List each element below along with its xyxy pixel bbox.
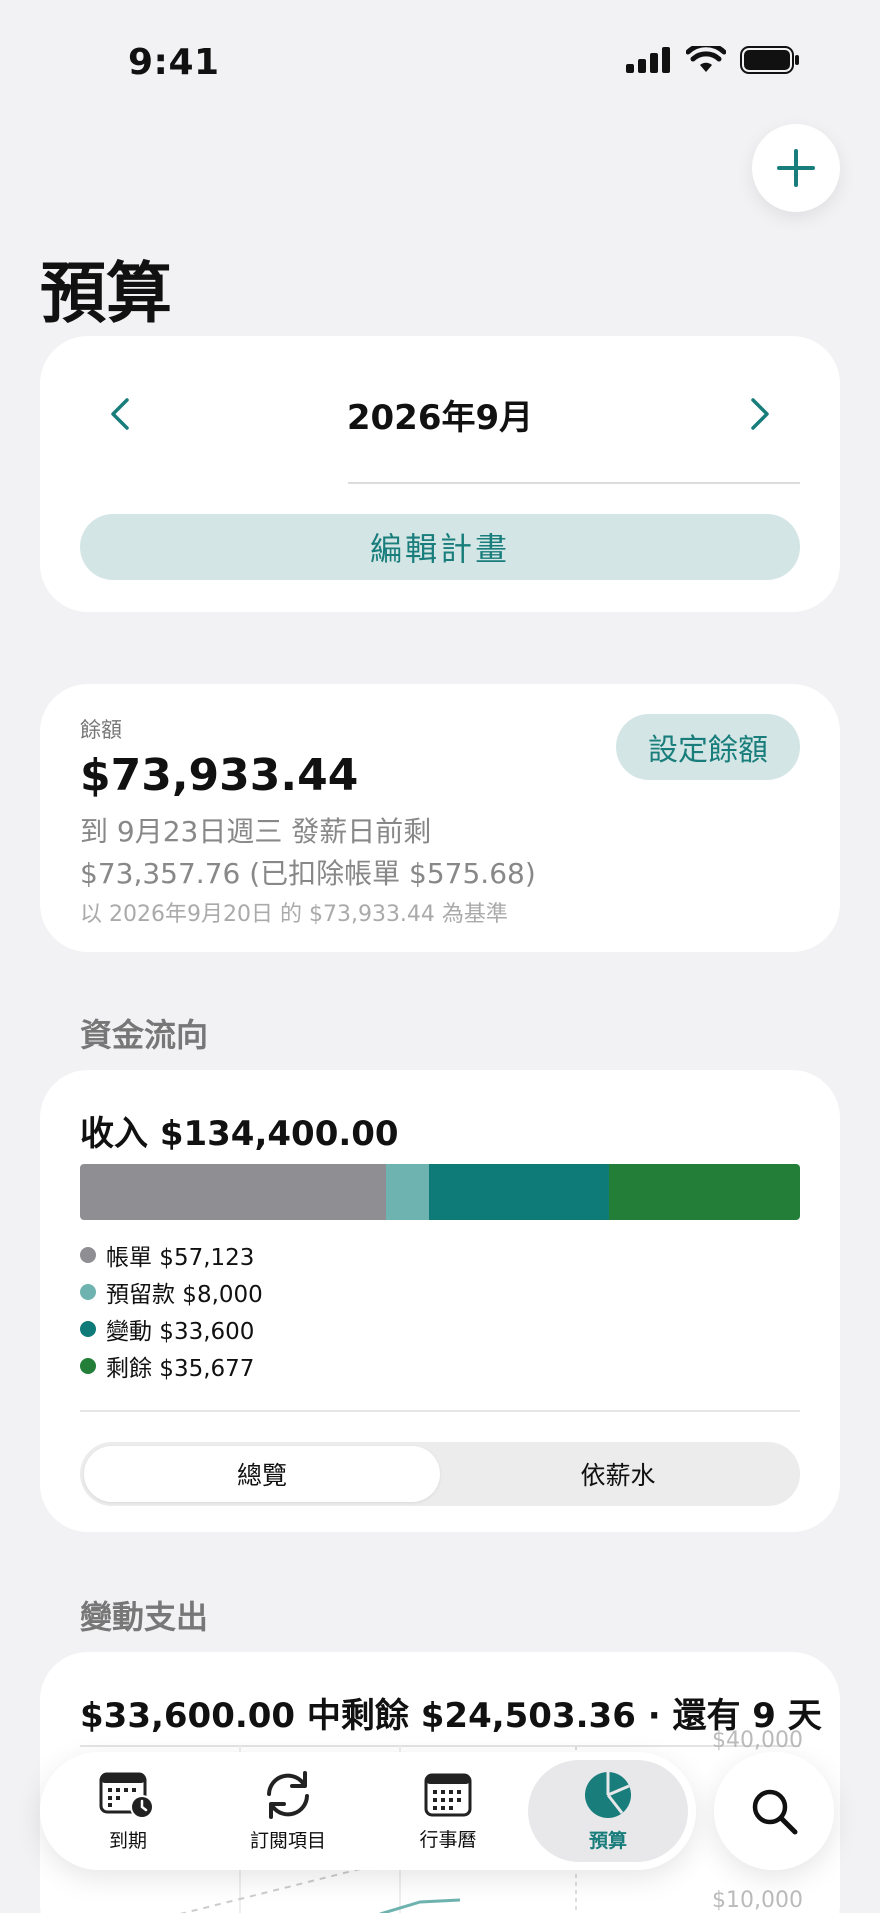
segment-by-paycheck[interactable]: 依薪水 [440,1446,796,1502]
cellular-signal-icon [626,47,670,73]
view-segmented-control: 總覽 依薪水 [80,1442,800,1506]
tab-budget[interactable]: 預算 [528,1760,688,1862]
cash-flow-section-title: 資金流向 [80,1016,209,1054]
tab-calendar-label: 行事曆 [419,1828,477,1851]
legend-item: 變動 $33,600 [80,1310,263,1347]
segment-overview[interactable]: 總覽 [84,1446,440,1502]
tab-subscriptions-label: 訂閱項目 [249,1829,326,1852]
legend-item: 剩餘 $35,677 [80,1347,263,1384]
tab-due[interactable]: 到期 [48,1760,208,1862]
variable-section-title: 變動支出 [80,1598,209,1636]
balance-after-bills-text: $73,357.76 (已扣除帳單 $575.68) [80,857,536,890]
axis-label-top: $40,000 [712,1728,803,1753]
balance-label: 餘額 [80,718,122,742]
legend-label: 預留款 $8,000 [106,1281,263,1308]
legend-item: 帳單 $57,123 [80,1236,263,1273]
tab-due-label: 到期 [108,1829,147,1852]
balance-card: 餘額 $73,933.44 到 9月23日週三 發薪日前剩 $73,357.76… [40,684,840,952]
cash-flow-legend: 帳單 $57,123 預留款 $8,000 變動 $33,600 剩餘 $35,677 [80,1236,263,1384]
flow-bar-segment [80,1164,387,1220]
flow-bar-segment [608,1164,800,1220]
flow-bar-segment [386,1164,429,1220]
cash-flow-card: 收入 $134,400.00 帳單 $57,123 預留款 $8,000 變動 $3… [40,1070,840,1532]
page-title: 預算 [40,255,172,332]
month-underline [348,482,800,484]
month-label[interactable]: 2026年9月 [40,390,840,439]
divider [80,1410,800,1412]
balance-payday-text: 到 9月23日週三 發薪日前剩 [80,815,432,848]
balance-basis-note: 以 2026年9月20日 的 $73,933.44 為基準 [80,902,508,927]
axis-label-bottom: $10,000 [712,1888,803,1913]
battery-icon [740,46,799,74]
plus-icon [777,149,815,187]
month-nav-card: 2026年9月 編輯計畫 [40,336,840,612]
tab-budget-label: 預算 [588,1829,627,1852]
calendar-clock-icon [99,1772,154,1819]
edit-plan-button[interactable]: 編輯計畫 [80,514,800,580]
legend-item: 預留款 $8,000 [80,1273,263,1310]
calendar-icon [424,1773,472,1816]
tab-subscriptions[interactable]: 訂閱項目 [208,1760,368,1862]
legend-label: 帳單 $57,123 [106,1244,255,1271]
legend-dot [80,1283,96,1300]
search-button[interactable] [714,1752,834,1870]
pie-chart-icon [585,1771,631,1818]
legend-dot [80,1357,96,1374]
status-time: 9:41 [128,42,220,83]
variable-summary: $33,600.00 中剩餘 $24,503.36 · 還有 9 天 [80,1696,822,1736]
search-icon [752,1789,798,1835]
set-balance-button[interactable]: 設定餘額 [616,714,800,780]
add-button[interactable] [752,124,840,212]
wifi-icon [686,46,726,72]
refresh-icon [267,1770,309,1819]
balance-amount: $73,933.44 [80,750,359,801]
legend-dot [80,1246,96,1263]
chevron-right-icon [751,398,769,430]
tab-bar: 到期 訂閱項目 行事曆 預算 [40,1752,696,1870]
flow-bar-segment [428,1164,609,1220]
next-month-button[interactable] [730,384,790,444]
status-bar: 9:41 [0,0,880,120]
legend-dot [80,1320,96,1337]
legend-label: 剩餘 $35,677 [106,1355,255,1382]
cash-flow-bar [80,1164,800,1220]
status-icons [626,46,800,74]
legend-label: 變動 $33,600 [106,1318,255,1345]
income-total: 收入 $134,400.00 [80,1114,399,1154]
tab-calendar[interactable]: 行事曆 [368,1760,528,1862]
